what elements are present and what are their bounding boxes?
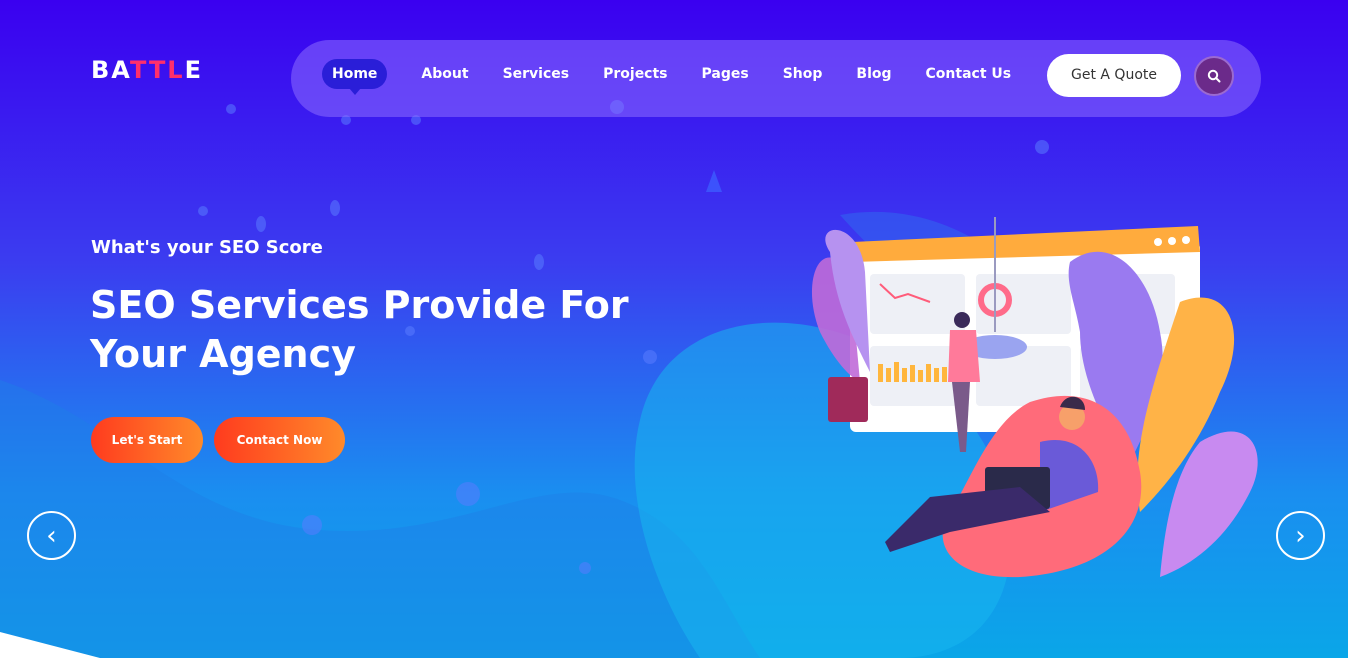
seo-dashboard-illustration — [811, 217, 1258, 578]
logo-text-part1: BA — [91, 56, 131, 84]
hero-headline-line1: SEO Services Provide For — [90, 283, 629, 327]
nav-item-pages[interactable]: Pages — [702, 59, 749, 89]
main-navbar: Home About Services Projects Pages Shop … — [291, 40, 1261, 117]
chevron-right-icon: › — [1295, 520, 1306, 551]
slider-next-button[interactable]: › — [1276, 511, 1325, 560]
logo-text-part2: TTL — [130, 56, 185, 84]
nav-item-projects[interactable]: Projects — [603, 59, 667, 89]
nav-item-about[interactable]: About — [421, 59, 468, 89]
nav-item-shop[interactable]: Shop — [783, 59, 823, 89]
bottom-wedge — [0, 632, 100, 658]
hero-headline: SEO Services Provide For Your Agency — [90, 281, 690, 379]
lets-start-button[interactable]: Let's Start — [91, 417, 203, 463]
chevron-left-icon: ‹ — [46, 520, 57, 551]
nav-item-home[interactable]: Home — [322, 59, 388, 95]
nav-item-blog[interactable]: Blog — [856, 59, 891, 89]
nav-item-services[interactable]: Services — [503, 59, 570, 89]
slider-prev-button[interactable]: ‹ — [27, 511, 76, 560]
hero-headline-line2: Your Agency — [90, 332, 356, 376]
get-a-quote-button[interactable]: Get A Quote — [1047, 54, 1181, 97]
logo-text-part3: E — [184, 56, 204, 84]
search-icon — [1207, 69, 1221, 83]
brand-logo[interactable]: BATTLE — [91, 56, 203, 84]
contact-now-button[interactable]: Contact Now — [214, 417, 345, 463]
search-button[interactable] — [1194, 56, 1234, 96]
hero-eyebrow: What's your SEO Score — [91, 237, 323, 258]
nav-menu: Home About Services Projects Pages Shop … — [322, 59, 1045, 95]
nav-item-contact-us[interactable]: Contact Us — [926, 59, 1012, 89]
